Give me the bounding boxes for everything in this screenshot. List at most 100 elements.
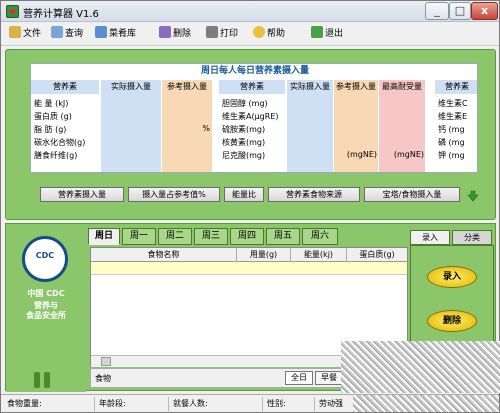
- help-label: 帮助: [267, 29, 286, 39]
- all-day-button[interactable]: 全日: [285, 371, 313, 385]
- file-menu[interactable]: 文件: [9, 26, 41, 42]
- tab-friday[interactable]: 周五: [266, 228, 300, 245]
- ne-unit-max: (mgNE): [393, 150, 424, 159]
- tab-energy-ratio[interactable]: 能量比: [224, 187, 264, 202]
- header-protein[interactable]: 蛋白质(g): [347, 248, 407, 262]
- header-amount[interactable]: 用量(g): [237, 248, 291, 262]
- cdc-logo-text: CDC: [35, 251, 55, 260]
- logo-line-1: 中国 CDC: [27, 289, 65, 298]
- row-riboflavin: 核黄素(mg): [222, 138, 266, 147]
- tab-pagoda[interactable]: 宝塔/食物摄入量: [364, 187, 460, 202]
- col1-header-actual: 实际摄入量: [111, 82, 151, 91]
- title-bar: 营养计算器 V1.6 _ □ x: [1, 1, 499, 22]
- row-thiamine: 硫胺素(mg): [222, 125, 266, 134]
- tab-entry[interactable]: 录入: [410, 230, 450, 245]
- nutrient-table: 周日每人每日营养素摄入量 营养素 能 量 (kJ) 蛋白质 (g) 脂 肪 (g…: [30, 63, 478, 173]
- menu-toolbar: 文件 查询 菜肴库 删除 打印 帮助 退出: [1, 22, 499, 46]
- status-diners: 就餐人数:: [171, 397, 263, 411]
- tab-intake-percent[interactable]: 摄入量占参考值%: [128, 187, 220, 202]
- row-calcium: 钙 (mg: [438, 125, 465, 134]
- app-icon: [6, 5, 19, 18]
- col2-ref: 参考摄入量 (mgNE): [334, 80, 378, 172]
- tab-tuesday[interactable]: 周二: [158, 228, 192, 245]
- arrow-down-icon[interactable]: [467, 190, 479, 202]
- tab-sunday[interactable]: 周日: [88, 228, 120, 245]
- col1-nutrient: 营养素 能 量 (kJ) 蛋白质 (g) 脂 肪 (g) 碳水化合物(g) 膳食…: [31, 80, 99, 172]
- header-food-name[interactable]: 食物名称: [91, 248, 237, 262]
- row-carb: 碳水化合物(g): [34, 138, 86, 147]
- col1-ref: 参考摄入量 %: [162, 80, 212, 172]
- ne-unit-ref: (mgNE): [346, 150, 377, 159]
- delete-button[interactable]: 删除: [159, 26, 191, 42]
- row-fat: 脂 肪 (g): [34, 125, 67, 134]
- help-icon: [253, 26, 265, 38]
- header-energy[interactable]: 能量(kj): [291, 248, 347, 262]
- row-energy: 能 量 (kJ): [34, 99, 69, 108]
- file-icon: [9, 26, 21, 38]
- obscured-status: [353, 395, 499, 412]
- minimize-button[interactable]: _: [425, 2, 449, 20]
- col2-header-actual: 实际摄入量: [290, 82, 330, 91]
- enter-button[interactable]: 录入: [427, 266, 477, 288]
- gear-icon: [95, 26, 107, 38]
- col2-nutrient: 营养素 胆固醇 (mg) 维生素A(μgRE) 硫胺素(mg) 核黄素(mg) …: [219, 80, 285, 172]
- col2-actual: 实际摄入量: [287, 80, 333, 172]
- maximize-button[interactable]: □: [449, 2, 471, 20]
- tab-food-source[interactable]: 营养素食物来源: [268, 187, 360, 202]
- tab-saturday[interactable]: 周六: [302, 228, 338, 245]
- col1-header-ref: 参考摄入量: [167, 82, 207, 91]
- tab-wednesday[interactable]: 周三: [194, 228, 228, 245]
- tab-category[interactable]: 分类: [452, 230, 492, 245]
- logo-line-3: 食品安全所: [26, 311, 66, 320]
- tab-thursday[interactable]: 周四: [230, 228, 264, 245]
- status-labor: 劳动强: [319, 399, 343, 408]
- close-button[interactable]: x: [471, 2, 498, 20]
- food-label: 食物: [95, 374, 111, 383]
- breakfast-button[interactable]: 早餐: [315, 371, 343, 385]
- col2-header-nutrient: 营养素: [219, 80, 285, 94]
- col3-nutrient: 营养素 维生素C 维生素E 钙 (mg 磷 (mg 钾 (mg: [435, 80, 477, 172]
- row-vitamin-a: 维生素A(μgRE): [222, 112, 279, 121]
- col3-header-nutrient: 营养素: [435, 80, 477, 94]
- delete-food-button[interactable]: 删除: [427, 310, 477, 332]
- exit-icon: [311, 26, 323, 38]
- status-food-weight: 食物重量:: [5, 397, 95, 411]
- tab-nutrient-intake[interactable]: 营养素摄入量: [40, 187, 124, 202]
- bottle-icon-2: [44, 372, 50, 388]
- cdc-logo: CDC: [22, 236, 68, 282]
- query-label: 查询: [65, 29, 84, 39]
- app-window: 营养计算器 V1.6 _ □ x 文件 查询 菜肴库 删除 打印 帮助 退出 周…: [0, 0, 500, 413]
- help-button[interactable]: 帮助: [253, 26, 285, 42]
- dish-library-button[interactable]: 菜肴库: [95, 26, 136, 42]
- col1-actual: 实际摄入量: [101, 80, 161, 172]
- col2-max: 最高耐受量 (mgNE): [379, 80, 425, 172]
- exit-button[interactable]: 退出: [311, 26, 343, 42]
- delete-label: 删除: [173, 29, 192, 39]
- row-fiber: 膳食纤维(g): [34, 151, 78, 160]
- obscured-area: [341, 341, 500, 393]
- row-niacin: 尼克酸(mg): [222, 151, 266, 160]
- cdc-logo-area: CDC 中国 CDC 营养与 食品安全所: [6, 224, 86, 392]
- printer-icon: [206, 26, 218, 38]
- print-label: 打印: [220, 29, 239, 39]
- scroll-thumb[interactable]: [101, 357, 111, 366]
- dish-library-label: 菜肴库: [109, 29, 137, 39]
- query-button[interactable]: 查询: [51, 26, 83, 42]
- col1-header-nutrient: 营养素: [31, 80, 99, 94]
- percent-sign: %: [202, 124, 210, 133]
- row-phosphorus: 磷 (mg: [438, 138, 465, 147]
- delete-icon: [159, 26, 171, 38]
- print-button[interactable]: 打印: [206, 26, 238, 42]
- nutrient-table-title: 周日每人每日营养素摄入量: [200, 66, 309, 76]
- window-title: 营养计算器 V1.6: [23, 9, 99, 20]
- row-protein: 蛋白质 (g): [34, 112, 72, 121]
- food-grid-header: 食物名称 用量(g) 能量(kj) 蛋白质(g): [91, 248, 407, 262]
- search-icon: [51, 26, 63, 38]
- table-row[interactable]: [91, 262, 407, 275]
- nutrient-panel: 周日每人每日营养素摄入量 营养素 能 量 (kJ) 蛋白质 (g) 脂 肪 (g…: [5, 49, 496, 220]
- col2-header-max: 最高耐受量: [382, 82, 422, 91]
- row-vitamin-c: 维生素C: [438, 99, 468, 108]
- row-potassium: 钾 (mg: [438, 151, 465, 160]
- tab-monday[interactable]: 周一: [122, 228, 156, 245]
- exit-label: 退出: [325, 29, 344, 39]
